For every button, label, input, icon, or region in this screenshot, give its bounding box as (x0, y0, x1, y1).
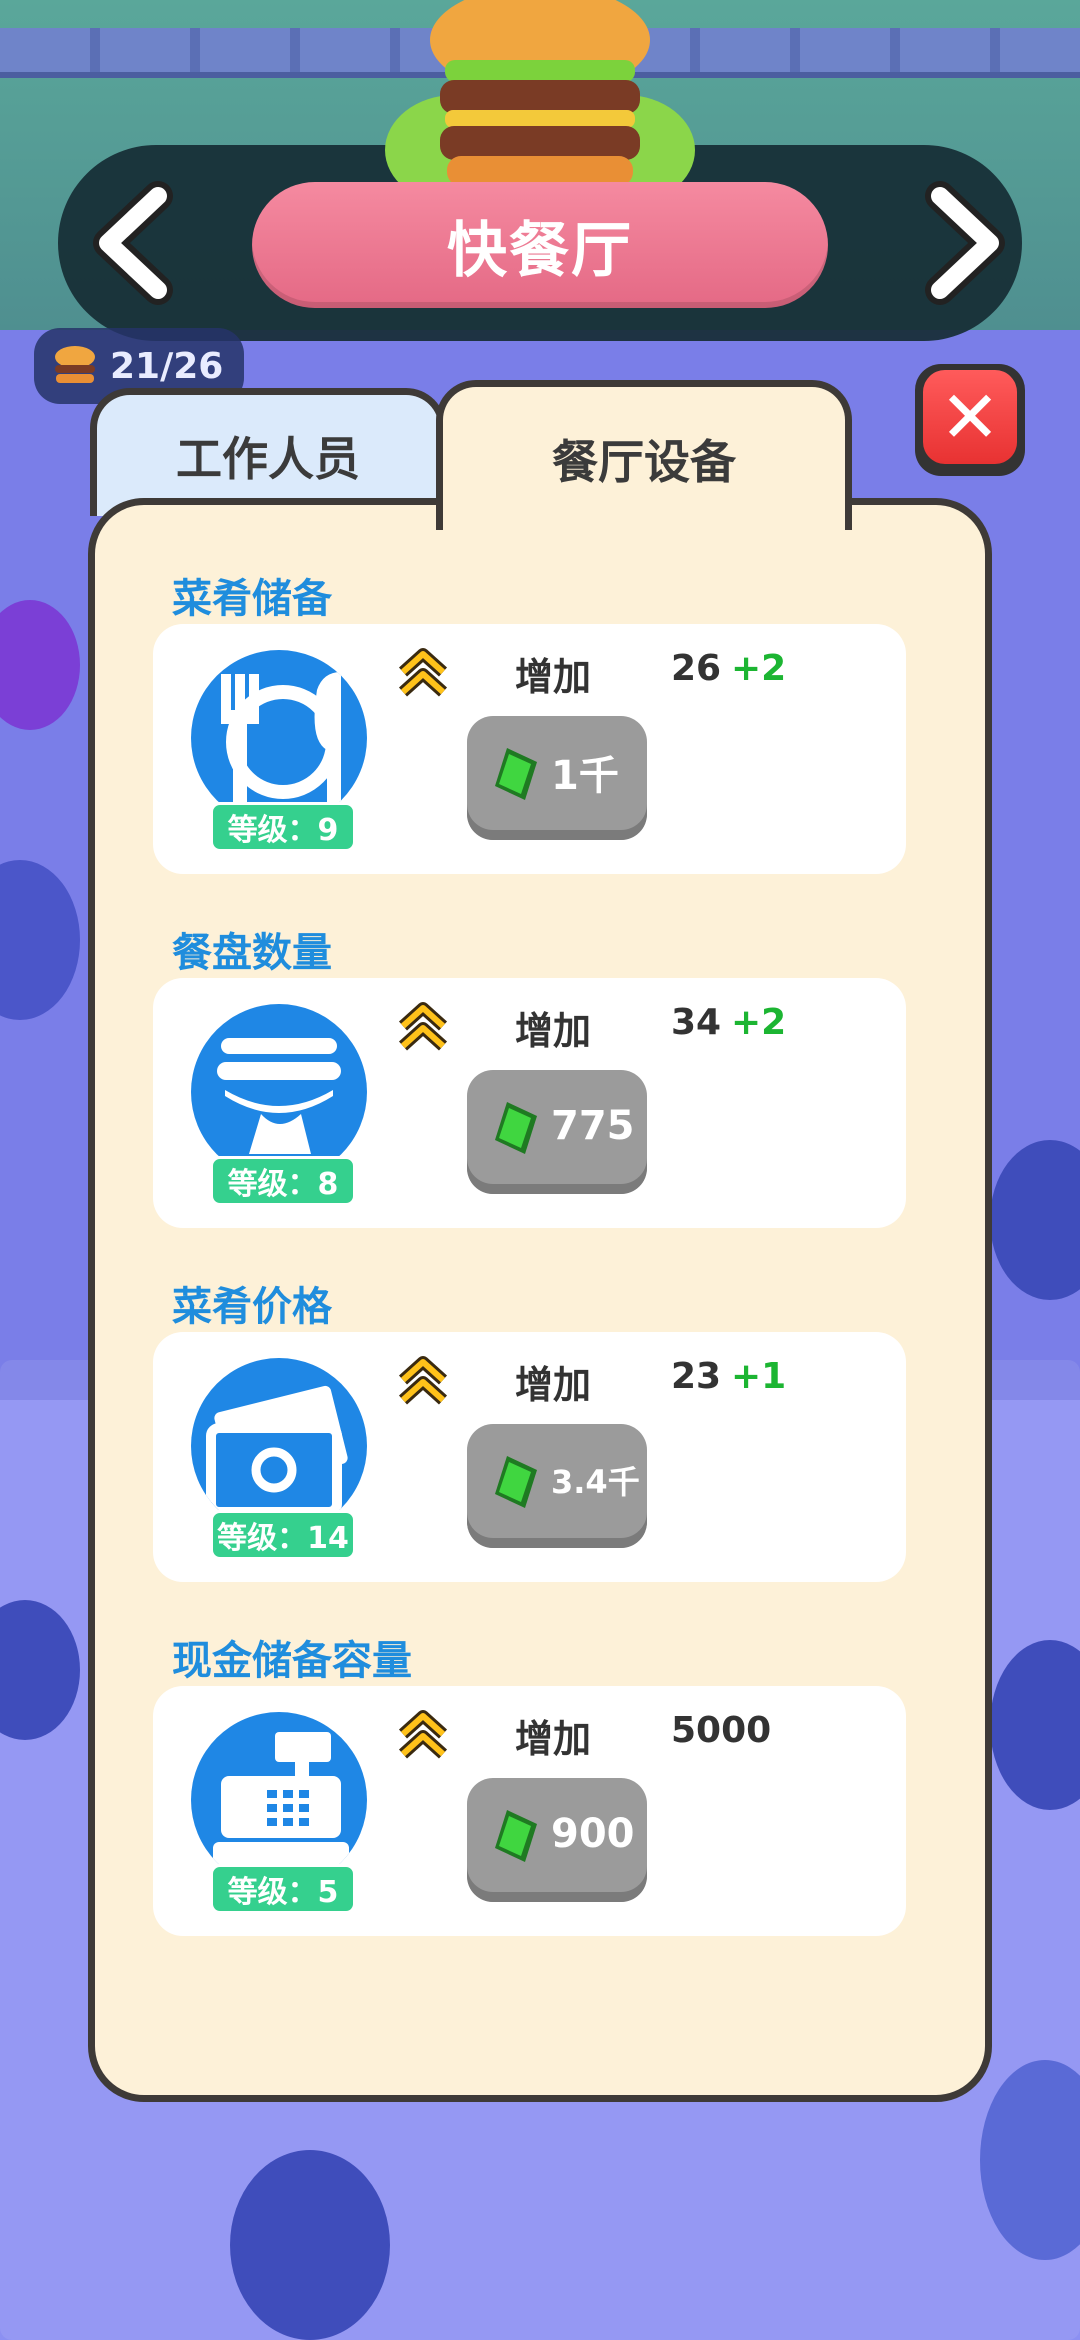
level-badge: 等级：5 (210, 1864, 356, 1914)
burger-icon (385, 0, 695, 190)
increase-label: 增加 (515, 1009, 592, 1053)
level-badge: 等级：8 (210, 1156, 356, 1206)
level-badge: 等级：14 (210, 1510, 356, 1560)
level-badge: 等级：9 (210, 802, 356, 852)
bonus-value: +1 (731, 1356, 787, 1397)
background-customer (0, 860, 80, 1020)
upgrade-arrows-icon (398, 1002, 448, 1051)
close-button[interactable]: ✕ (915, 364, 1025, 476)
section-title: 菜肴储备 (172, 576, 332, 622)
upgrade-price: 3.4千 (551, 1463, 640, 1501)
section-title: 菜肴价格 (172, 1284, 332, 1330)
bonus-value: +2 (731, 648, 787, 689)
section-title: 餐盘数量 (172, 930, 332, 976)
cash-gem-icon (495, 1456, 537, 1508)
increase-label: 增加 (515, 655, 592, 699)
cash-gem-icon (495, 1810, 537, 1862)
background-customer (230, 2150, 390, 2340)
upgrade-price: 1千 (551, 753, 619, 799)
current-value: 34 (671, 1002, 722, 1043)
buy-upgrade-button[interactable]: 3.4千 (467, 1424, 647, 1548)
upgrade-card: 等级：14 增加 23 +1 3.4千 (153, 1332, 906, 1582)
upgrade-arrows-icon (398, 1356, 448, 1405)
tab-staff[interactable]: 工作人员 (90, 388, 446, 516)
bonus-value: +2 (731, 1002, 787, 1043)
increase-label: 增加 (515, 1363, 592, 1407)
cash-register-icon (191, 1712, 367, 1888)
background-customer (990, 1140, 1080, 1300)
close-icon: ✕ (939, 375, 1001, 459)
upgrade-card: 等级：8 增加 34 +2 775 (153, 978, 906, 1228)
previous-restaurant-arrow-icon[interactable] (78, 178, 198, 308)
current-value: 26 (671, 648, 722, 689)
buy-upgrade-button[interactable]: 900 (467, 1778, 647, 1902)
restaurant-title: 快餐厅 (252, 182, 828, 308)
cash-gem-icon (495, 1102, 537, 1154)
upgrade-arrows-icon (398, 648, 448, 697)
upgrade-arrows-icon (398, 1710, 448, 1759)
current-value: 5000 (671, 1710, 772, 1751)
cash-gem-icon (495, 748, 537, 800)
burger-count-text: 21/26 (110, 345, 224, 387)
upgrade-price: 775 (551, 1103, 635, 1149)
burger-small-icon (55, 346, 95, 383)
increase-label: 增加 (515, 1717, 592, 1761)
upgrade-price: 900 (551, 1811, 635, 1857)
cash-bill-icon (191, 1358, 367, 1534)
next-restaurant-arrow-icon[interactable] (900, 178, 1020, 308)
upgrade-card: 等级：9 增加 26 +2 1千 (153, 624, 906, 874)
current-value: 23 (671, 1356, 722, 1397)
buy-upgrade-button[interactable]: 1千 (467, 716, 647, 840)
tray-stack-icon (191, 1004, 367, 1180)
background-customer (0, 600, 80, 730)
section-title: 现金储备容量 (172, 1638, 412, 1684)
buy-upgrade-button[interactable]: 775 (467, 1070, 647, 1194)
upgrade-card: 等级：5 增加 5000 900 (153, 1686, 906, 1936)
tab-equipment[interactable]: 餐厅设备 (436, 380, 852, 530)
plate-cutlery-icon (191, 650, 367, 826)
